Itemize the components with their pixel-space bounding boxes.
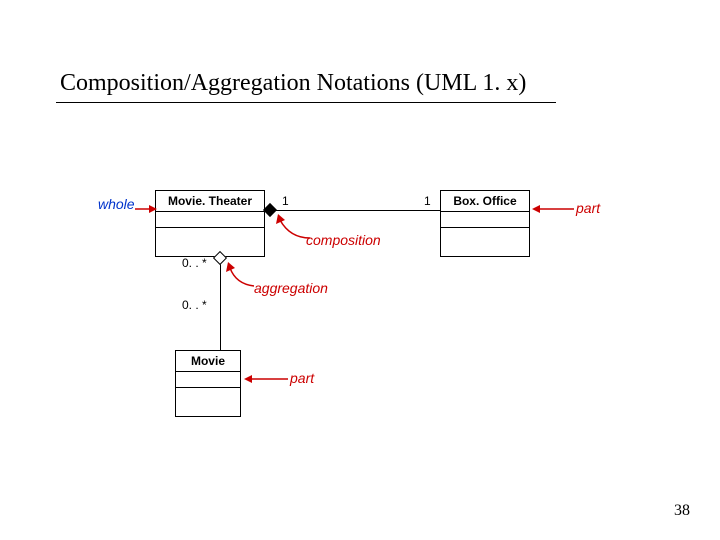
- annotation-part: part: [576, 200, 600, 216]
- uml-class-name: Movie: [176, 351, 240, 372]
- uml-op-section: [441, 228, 529, 256]
- uml-class-movie: Movie: [175, 350, 241, 417]
- annotation-whole: whole: [98, 196, 135, 212]
- multiplicity-label: 1: [282, 194, 289, 208]
- uml-op-section: [176, 388, 240, 416]
- arrow-icon: [135, 204, 157, 214]
- uml-op-section: [156, 228, 264, 256]
- annotation-composition: composition: [306, 232, 381, 248]
- uml-class-name: Movie. Theater: [156, 191, 264, 212]
- composition-diamond-icon: [263, 203, 277, 217]
- arrow-icon: [226, 262, 256, 288]
- uml-class-boxoffice: Box. Office: [440, 190, 530, 257]
- arrow-icon: [244, 374, 288, 384]
- uml-attr-section: [176, 372, 240, 388]
- slide-title: Composition/Aggregation Notations (UML 1…: [60, 70, 526, 97]
- uml-class-movietheater: Movie. Theater: [155, 190, 265, 257]
- multiplicity-label: 1: [424, 194, 431, 208]
- uml-attr-section: [441, 212, 529, 228]
- uml-attr-section: [156, 212, 264, 228]
- multiplicity-label: 0. . *: [182, 298, 207, 312]
- uml-class-name: Box. Office: [441, 191, 529, 212]
- title-underline: [56, 102, 556, 103]
- composition-connector: [265, 210, 440, 211]
- arrow-icon: [532, 204, 574, 214]
- annotation-aggregation: aggregation: [254, 280, 328, 296]
- arrow-icon: [276, 214, 312, 240]
- page-number: 38: [674, 502, 690, 520]
- multiplicity-label: 0. . *: [182, 256, 207, 270]
- aggregation-connector: [220, 253, 221, 350]
- annotation-part: part: [290, 370, 314, 386]
